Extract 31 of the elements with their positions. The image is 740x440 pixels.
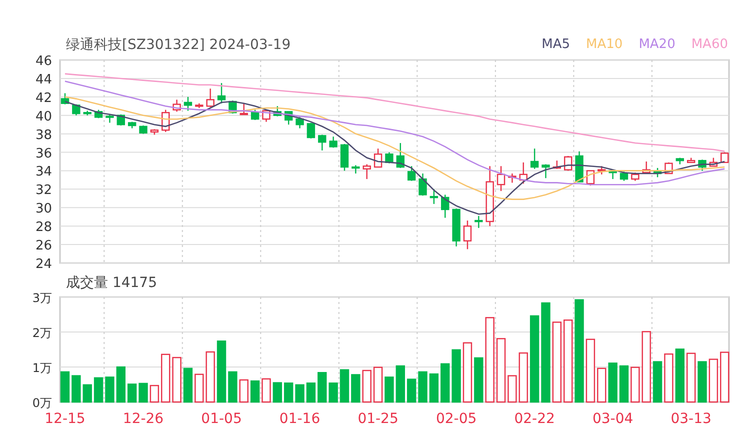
date-label: 12-26 xyxy=(122,411,164,427)
legend-item: MA10 xyxy=(586,37,623,53)
date-label: 01-16 xyxy=(279,411,320,427)
chart-title: 绿通科技[SZ301322] 2024-03-19 xyxy=(66,37,291,53)
axis-label: 34 xyxy=(35,164,52,180)
axis-label: 46 xyxy=(35,54,52,69)
date-label: 02-05 xyxy=(436,411,477,427)
axis-label: 32 xyxy=(35,183,52,198)
legend-item: MA5 xyxy=(542,37,570,53)
volume-title: 成交量 14175 xyxy=(66,275,157,291)
axis-label: 26 xyxy=(35,238,52,254)
axis-label: 42 xyxy=(35,90,52,106)
axis-label: 1万 xyxy=(32,361,52,375)
axis-label: 38 xyxy=(35,128,52,143)
axis-label: 24 xyxy=(35,257,52,272)
axis-label: 30 xyxy=(35,202,52,217)
date-label: 01-05 xyxy=(201,411,242,427)
axis-label: 28 xyxy=(35,220,52,236)
date-label: 03-13 xyxy=(670,411,712,427)
date-label: 01-25 xyxy=(358,411,398,427)
axis-label: 2万 xyxy=(32,326,52,340)
axis-label: 40 xyxy=(35,109,52,124)
axis-label: 44 xyxy=(35,72,52,88)
date-label: 03-04 xyxy=(592,411,634,427)
axis-label: 0万 xyxy=(32,396,52,410)
date-label: 12-15 xyxy=(44,411,86,427)
date-label: 02-22 xyxy=(514,411,555,427)
axis-label: 3万 xyxy=(32,292,52,305)
legend-item: MA60 xyxy=(691,37,728,53)
legend-item: MA20 xyxy=(638,37,676,53)
axis-label: 36 xyxy=(35,146,52,162)
